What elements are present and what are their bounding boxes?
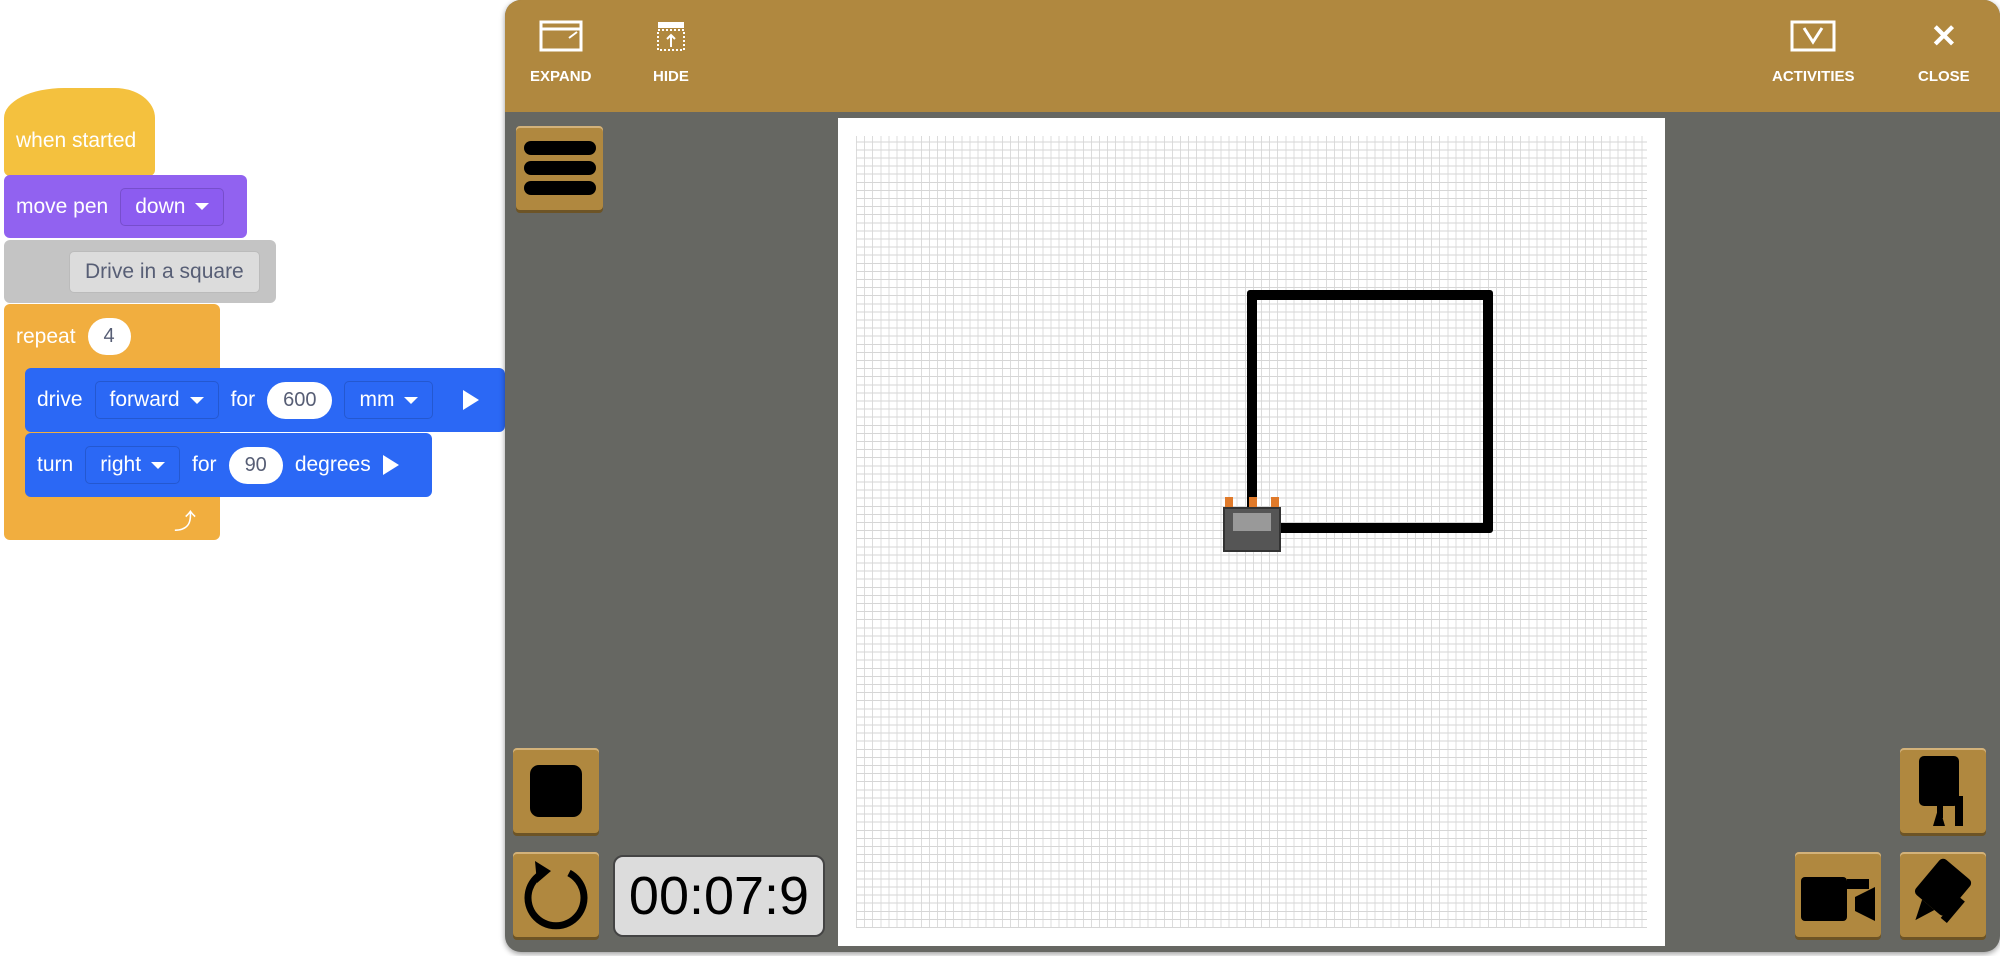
timer-display: 00:07:9 [613,855,825,937]
turn-label: turn [37,453,74,476]
move-pen-label: move pen [16,194,109,218]
run-block-icon[interactable] [463,390,480,410]
activities-label: ACTIVITIES [1772,68,1855,85]
degrees-label: degrees [294,453,371,476]
direction-dropdown[interactable]: forward [94,381,219,419]
reset-button[interactable] [513,852,599,937]
menu-button[interactable] [516,126,603,210]
pen-value: down [135,194,186,218]
when-started-block[interactable]: when started [4,88,155,176]
camera-side-view-button[interactable] [1795,852,1881,937]
loop-arrow-icon: ⤴ [174,509,197,534]
unit-value: mm [359,388,395,411]
pen-dropdown[interactable]: down [120,187,225,226]
turn-direction-dropdown[interactable]: right [85,446,181,484]
robot[interactable] [1221,497,1282,552]
move-pen-block[interactable]: move pen down [4,175,247,238]
distance-input[interactable]: 600 [267,381,333,419]
angle-input[interactable]: 90 [228,446,283,484]
hide-label: HIDE [653,68,689,85]
unit-dropdown[interactable]: mm [344,381,434,419]
expand-icon [539,20,583,52]
close-button[interactable]: ✕ CLOSE [1918,20,1970,85]
pen-trail-square [1247,290,1493,533]
close-icon: ✕ [1930,18,1958,54]
close-label: CLOSE [1918,68,1970,85]
playground-panel: EXPAND HIDE ACTIVITIES ✕ CLOSE 00:07:9 [505,0,2000,952]
activities-button[interactable]: ACTIVITIES [1772,20,1855,85]
camera-angle-view-button[interactable] [1900,852,1986,937]
expand-label: EXPAND [530,68,592,85]
comment-block[interactable]: Drive in a square [4,240,276,303]
stop-button[interactable] [513,748,599,833]
repeat-count-input[interactable]: 4 [87,318,131,355]
hide-button[interactable]: HIDE [653,20,689,85]
drive-block[interactable]: drive forward for 600 mm [25,368,505,432]
timer-text: 00:07:9 [628,866,810,926]
when-started-label: when started [16,129,137,152]
camera-top-view-button[interactable] [1900,748,1986,833]
stop-icon [530,764,582,817]
for-label: for [230,388,256,411]
expand-button[interactable]: EXPAND [530,20,591,85]
reset-icon [524,860,588,929]
run-block-icon[interactable] [382,455,399,475]
repeat-label: repeat [16,325,76,348]
activities-icon [1790,20,1836,52]
playground-canvas[interactable] [838,118,1665,946]
camera-top-icon [1919,755,1963,826]
drive-label: drive [37,388,83,411]
playground-header: EXPAND HIDE ACTIVITIES ✕ CLOSE [505,0,2000,112]
for-label: for [192,453,217,476]
direction-value: forward [109,388,180,411]
camera-side-icon [1801,876,1875,921]
camera-angle-icon [1914,858,1972,923]
turn-block[interactable]: turn right for 90 degrees [25,433,432,497]
menu-icon [523,141,596,195]
comment-text[interactable]: Drive in a square [69,250,260,293]
turn-direction-value: right [100,453,142,476]
hide-icon [656,22,685,51]
